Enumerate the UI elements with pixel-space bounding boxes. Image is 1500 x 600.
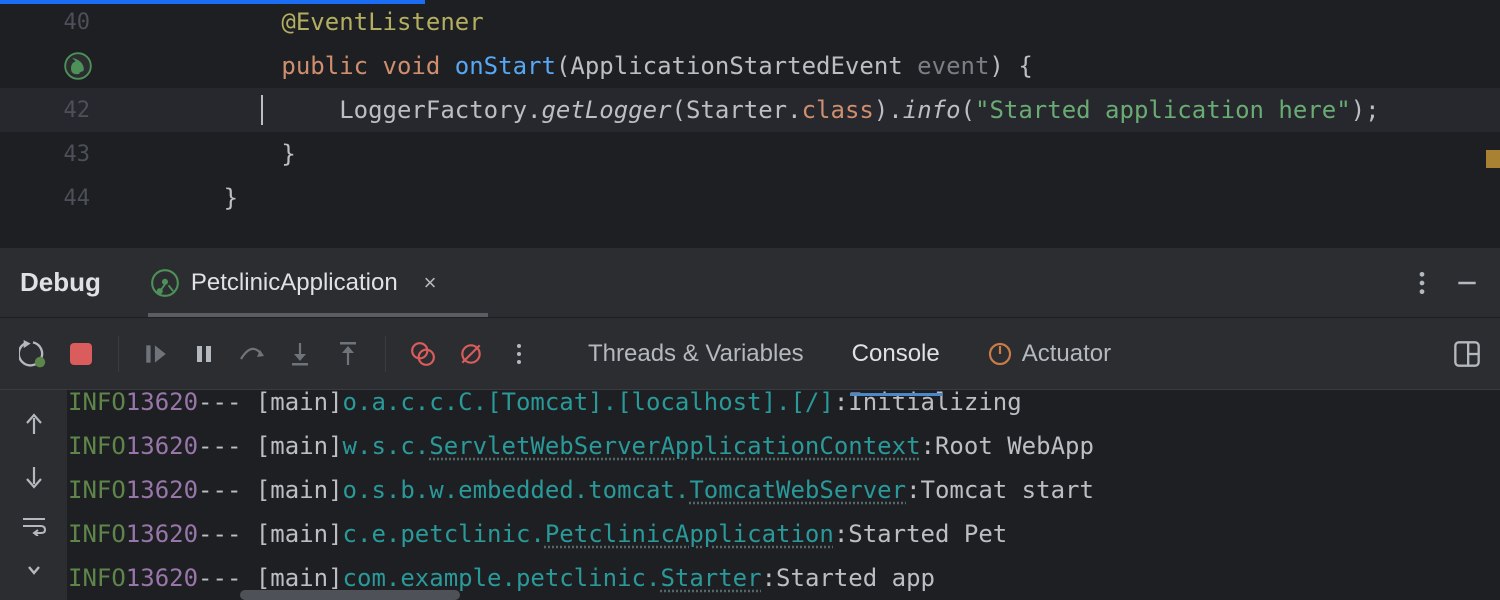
actuator-icon <box>988 342 1012 366</box>
tab-underline <box>148 313 488 317</box>
code-content: } <box>108 184 238 212</box>
editor-line[interactable]: 43 } <box>0 132 1500 176</box>
tab-console[interactable]: Console <box>850 328 942 380</box>
close-icon[interactable]: × <box>418 268 443 298</box>
editor-line[interactable]: 42 LoggerFactory.getLogger(Starter.class… <box>0 88 1500 132</box>
console-output[interactable]: INFO 13620 --- [ main] o.a.c.c.C.[Tomcat… <box>68 390 1500 600</box>
console-gutter <box>0 390 68 600</box>
pause-button[interactable] <box>185 335 223 373</box>
separator <box>118 336 119 372</box>
code-content: @EventListener <box>108 8 484 36</box>
separator <box>385 336 386 372</box>
code-content: LoggerFactory.getLogger(Starter.class).i… <box>108 96 1380 124</box>
stop-icon <box>70 343 92 365</box>
line-number[interactable]: 41 <box>0 54 108 79</box>
console-line[interactable]: INFO 13620 --- [ main] w.s.c.ServletWebS… <box>68 424 1500 468</box>
run-config-icon <box>151 269 179 297</box>
stop-button[interactable] <box>62 335 100 373</box>
tab-actuator[interactable]: Actuator <box>986 328 1113 380</box>
code-editor[interactable]: 40 @EventListener41 public void onStart(… <box>0 0 1500 248</box>
bean-gutter-icon[interactable] <box>64 52 92 80</box>
console-line[interactable]: INFO 13620 --- [ main] o.a.c.c.C.[Tomcat… <box>68 390 1500 424</box>
scroll-down-button[interactable] <box>23 464 45 490</box>
more-actions-button[interactable] <box>500 335 538 373</box>
editor-line[interactable]: 44 } <box>0 176 1500 220</box>
scroll-up-button[interactable] <box>23 412 45 438</box>
text-cursor <box>261 95 263 125</box>
step-out-button[interactable] <box>329 335 367 373</box>
console-line[interactable]: INFO 13620 --- [ main] o.s.b.w.embedded.… <box>68 468 1500 512</box>
progress-bar <box>0 0 425 4</box>
line-number[interactable]: 44 <box>0 186 108 211</box>
step-into-button[interactable] <box>281 335 319 373</box>
debug-toolbar: Threads & Variables Console Actuator <box>0 318 1500 390</box>
debug-title: Debug <box>20 267 101 298</box>
minimize-icon[interactable] <box>1454 270 1480 296</box>
more-icon[interactable] <box>1418 270 1426 296</box>
view-breakpoints-button[interactable] <box>404 335 442 373</box>
rerun-button[interactable] <box>14 335 52 373</box>
editor-line[interactable]: 40 @EventListener <box>0 0 1500 44</box>
editor-line[interactable]: 41 public void onStart(ApplicationStarte… <box>0 44 1500 88</box>
console-line[interactable]: INFO 13620 --- [ main] c.e.petclinic.Pet… <box>68 512 1500 556</box>
line-number[interactable]: 40 <box>0 10 108 35</box>
console-area: INFO 13620 --- [ main] o.a.c.c.C.[Tomcat… <box>0 390 1500 600</box>
line-number[interactable]: 43 <box>0 142 108 167</box>
tab-label: PetclinicApplication <box>191 269 398 297</box>
expand-button[interactable] <box>27 562 41 580</box>
line-number[interactable]: 42 <box>0 98 108 123</box>
run-config-tab[interactable]: PetclinicApplication × <box>151 248 443 317</box>
step-over-button[interactable] <box>233 335 271 373</box>
soft-wrap-button[interactable] <box>21 516 47 536</box>
mute-breakpoints-button[interactable] <box>452 335 490 373</box>
layout-settings-button[interactable] <box>1448 335 1486 373</box>
horizontal-scrollbar[interactable] <box>240 590 460 600</box>
code-content: public void onStart(ApplicationStartedEv… <box>108 52 1033 80</box>
code-content: } <box>108 140 296 168</box>
tab-threads-variables[interactable]: Threads & Variables <box>586 328 806 380</box>
debug-panel-header: Debug PetclinicApplication × <box>0 248 1500 318</box>
resume-button[interactable] <box>137 335 175 373</box>
